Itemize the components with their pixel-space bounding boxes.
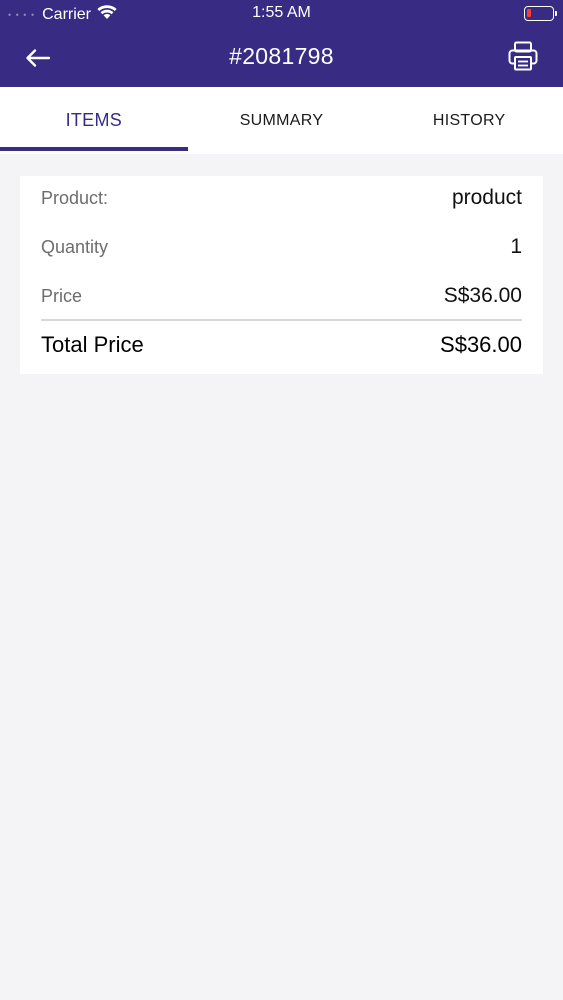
- status-time: 1:55 AM: [252, 4, 311, 21]
- app-header: • • • • Carrier 1:55 AM #2081798: [0, 0, 563, 87]
- tab-bar: ITEMS SUMMARY HISTORY: [0, 87, 563, 154]
- price-label: Price: [41, 285, 83, 306]
- quantity-value: 1: [510, 235, 522, 258]
- quantity-label: Quantity: [41, 236, 109, 257]
- tab-history[interactable]: HISTORY: [375, 87, 563, 154]
- battery-level: [527, 9, 531, 17]
- divider: [41, 319, 522, 321]
- page-title: #2081798: [229, 43, 334, 69]
- total-row: Total Price S$36.00: [41, 330, 522, 360]
- quantity-row: Quantity 1: [41, 233, 522, 261]
- product-row: Product: product: [41, 184, 522, 212]
- price-value: S$36.00: [443, 284, 522, 307]
- total-value: S$36.00: [440, 332, 522, 357]
- status-bar: • • • • Carrier 1:55 AM: [0, 0, 563, 28]
- total-label: Total Price: [41, 332, 144, 357]
- battery-icon: [524, 6, 557, 21]
- product-label: Product:: [41, 187, 109, 208]
- tab-summary[interactable]: SUMMARY: [188, 87, 376, 154]
- print-button[interactable]: [505, 38, 541, 74]
- price-row: Price S$36.00: [41, 282, 522, 310]
- product-value: product: [451, 186, 522, 209]
- item-card: Product: product Quantity 1 Price S$36.0…: [20, 176, 543, 374]
- nav-bar: #2081798: [0, 28, 563, 87]
- tab-items[interactable]: ITEMS: [0, 87, 188, 154]
- printer-icon: [508, 41, 538, 71]
